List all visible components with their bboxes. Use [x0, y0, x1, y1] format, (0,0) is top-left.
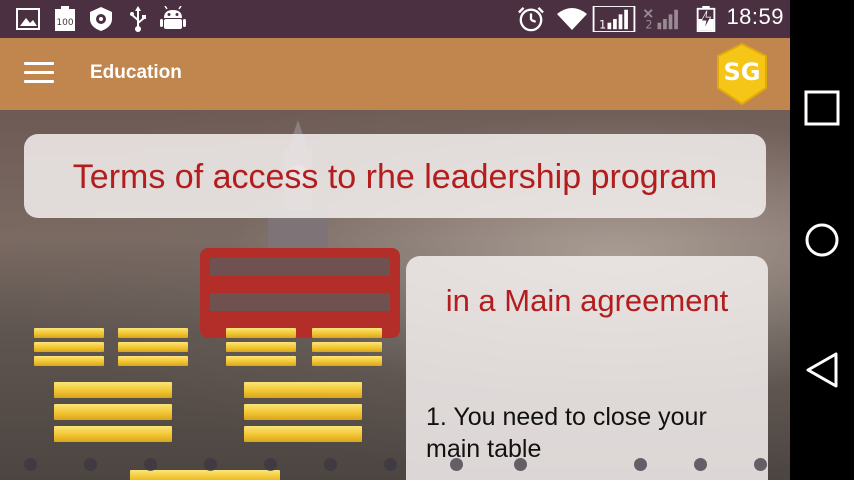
status-time: 18:59: [726, 4, 784, 29]
agreement-heading: in a Main agreement: [445, 283, 729, 318]
usb-icon: [130, 6, 146, 32]
recents-button[interactable]: [804, 90, 840, 126]
agreement-item: 1. You need to close your main table: [426, 403, 707, 463]
logo-text: SG: [724, 58, 761, 86]
sg-logo: SG: [717, 42, 767, 106]
navigation-bar: [790, 0, 854, 480]
hamburger-icon: [24, 62, 54, 65]
signal-sim1-icon: 1: [592, 6, 636, 32]
android-icon: [160, 6, 186, 29]
signal-sim2-icon: 2: [643, 9, 678, 31]
image-icon: [16, 8, 40, 30]
app-bar: Education SG: [0, 38, 790, 110]
status-bar: 100 1 2 18:59: [0, 0, 790, 38]
alarm-icon: [518, 7, 544, 32]
back-button[interactable]: [804, 352, 840, 388]
agreement-card: in a Main agreement 1. You need to close…: [406, 256, 768, 480]
app-title: Education: [90, 62, 182, 83]
title-card: Terms of access to rhe leadership progra…: [24, 134, 766, 218]
sim1-label: 1: [599, 18, 606, 31]
circle-icon: [805, 223, 839, 257]
home-button[interactable]: [804, 222, 840, 258]
sim2-label: 2: [645, 18, 652, 31]
battery-100-icon: 100: [55, 6, 75, 31]
battery-level-label: 100: [56, 18, 73, 28]
triangle-back-icon: [806, 352, 838, 388]
app-screen: 100 1 2 18:59 Education SG Terms of acce…: [0, 0, 790, 480]
wifi-icon: [557, 8, 587, 30]
menu-button[interactable]: [24, 62, 56, 86]
shield-icon: [90, 7, 112, 31]
square-icon: [804, 90, 840, 126]
content-area: Terms of access to rhe leadership progra…: [0, 110, 790, 480]
page-title: Terms of access to rhe leadership progra…: [72, 158, 718, 196]
battery-charging-icon: [696, 6, 716, 32]
